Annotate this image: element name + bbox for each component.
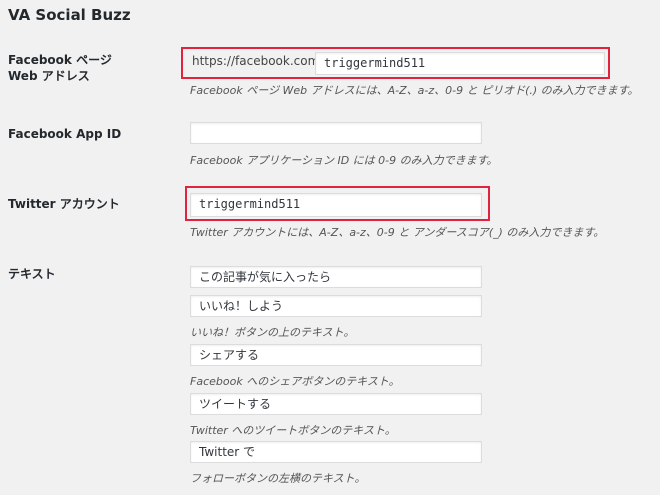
text-label: テキスト bbox=[8, 267, 56, 281]
facebook-page-label-line2: Web アドレス bbox=[8, 69, 90, 83]
text-input-3[interactable]: シェアする bbox=[190, 344, 482, 366]
facebook-page-input[interactable]: triggermind511 bbox=[315, 52, 605, 75]
facebook-page-label: Facebook ページ Web アドレス bbox=[8, 52, 112, 84]
text-description-4: Twitter へのツイートボタンのテキスト。 bbox=[190, 424, 396, 437]
twitter-account-label: Twitter アカウント bbox=[8, 197, 120, 211]
section-title: VA Social Buzz bbox=[8, 6, 131, 24]
facebook-app-id-label: Facebook App ID bbox=[8, 127, 122, 141]
text-input-1[interactable]: この記事が気に入ったら bbox=[190, 266, 482, 288]
text-description-2: いいね！ボタンの上のテキスト。 bbox=[190, 326, 355, 339]
twitter-account-input[interactable]: triggermind511 bbox=[190, 193, 482, 217]
facebook-url-prefix: https://facebook.com/ bbox=[192, 54, 324, 68]
twitter-account-description: Twitter アカウントには、A-Z、a-z、0-9 と アンダースコア(_)… bbox=[190, 226, 605, 239]
facebook-page-label-line1: Facebook ページ bbox=[8, 53, 112, 67]
facebook-app-id-description: Facebook アプリケーション ID には 0-9 のみ入力できます。 bbox=[190, 154, 498, 167]
text-input-2[interactable]: いいね！しよう bbox=[190, 295, 482, 317]
text-description-3: Facebook へのシェアボタンのテキスト。 bbox=[190, 375, 400, 388]
facebook-page-description: Facebook ページ Web アドレスには、A-Z、a-z、0-9 と ピリ… bbox=[190, 84, 639, 97]
facebook-app-id-input[interactable] bbox=[190, 122, 482, 144]
text-input-5[interactable]: Twitter で bbox=[190, 441, 482, 463]
text-description-5: フォローボタンの左横のテキスト。 bbox=[190, 472, 366, 485]
text-input-4[interactable]: ツイートする bbox=[190, 393, 482, 415]
